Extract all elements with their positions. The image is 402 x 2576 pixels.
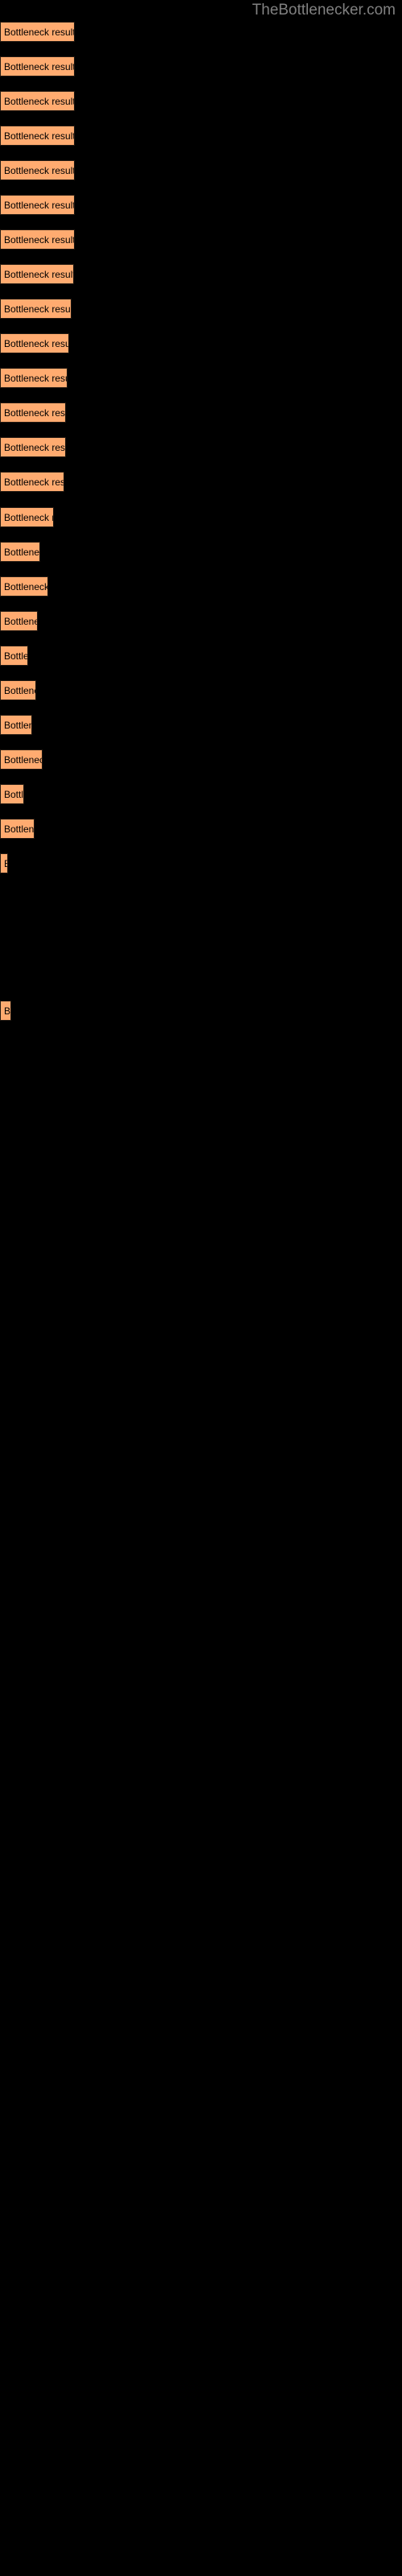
bar-item[interactable]: Bottleneck result [0,472,64,492]
bar-item[interactable]: Bottleneck result [0,229,75,250]
bar-item[interactable]: Bottleneck result [0,333,69,353]
bar-label: Bottleneck result [4,441,66,453]
bar-item[interactable]: Bottleneck result [0,611,38,631]
bar-label: Bottleneck result [4,95,75,107]
bar-label: Bottleneck result [4,26,75,38]
bar-label: Bottleneck result [4,60,75,72]
bar-item[interactable]: Bottleneck result [0,402,66,423]
bar-item[interactable]: Bottleneck result [0,1001,11,1021]
bar-label: Bottleneck result [4,580,48,592]
bar-item[interactable]: Bottleneck result [0,160,75,180]
bar-label: Bottleneck result [4,823,35,835]
bar-label: Bottleneck result [4,684,35,696]
bar-label: Bottleneck result [4,476,64,488]
bar-label: Bottleneck result [4,337,69,349]
bar-label: Bottleneck result [4,268,74,280]
bar-item[interactable]: Bottleneck result [0,437,66,457]
bottleneck-bar-chart: TheBottlenecker.com Bottleneck result Bot… [0,0,402,2576]
bar-label: Bottleneck result [4,164,75,176]
bar-item[interactable]: Bottleneck result [0,56,75,76]
bar-item[interactable]: Bottleneck result [0,22,75,42]
bar-item[interactable]: Bottleneck result [0,576,48,597]
bar-label: Bottleneck result [4,546,40,558]
bar-label: Bottleneck result [4,858,7,869]
bar-item[interactable]: Bottleneck result [0,507,54,527]
bar-item[interactable]: Bottleneck result [0,784,24,804]
bar-item[interactable]: Bottleneck result [0,819,35,839]
bar-item[interactable]: Bottleneck result [0,91,75,111]
bar-label: Bottleneck result [4,233,75,246]
bar-label: Bottleneck result [4,199,75,211]
bar-item[interactable]: Bottleneck result [0,680,36,700]
bar-label: Bottleneck result [4,719,31,731]
bar-label: Bottleneck result [4,650,27,662]
bar-label: Bottleneck result [4,1005,11,1017]
bar-item[interactable]: Bottleneck result [0,646,28,666]
bar-label: Bottleneck result [4,753,42,766]
bar-item[interactable]: Bottleneck result [0,749,43,770]
bar-item[interactable]: Bottleneck result [0,542,40,562]
bar-label: Bottleneck result [4,615,37,627]
bar-label: Bottleneck result [4,372,67,384]
bar-item[interactable]: Bottleneck result [0,126,75,146]
bar-item[interactable]: Bottleneck result [0,715,32,735]
bar-label: Bottleneck result [4,303,72,315]
bar-item[interactable]: Bottleneck result [0,195,75,215]
bar-label: Bottleneck result [4,407,66,419]
bar-item[interactable]: Bottleneck result [0,853,8,873]
bar-label: Bottleneck result [4,788,24,800]
bar-label: Bottleneck result [4,511,53,523]
bar-label: Bottleneck result [4,130,75,142]
bar-item[interactable]: Bottleneck result [0,264,74,284]
bar-item[interactable]: Bottleneck result [0,299,72,319]
bar-series-container: Bottleneck result Bottleneck result Bottle… [0,0,402,2576]
bar-item[interactable]: Bottleneck result [0,368,68,388]
